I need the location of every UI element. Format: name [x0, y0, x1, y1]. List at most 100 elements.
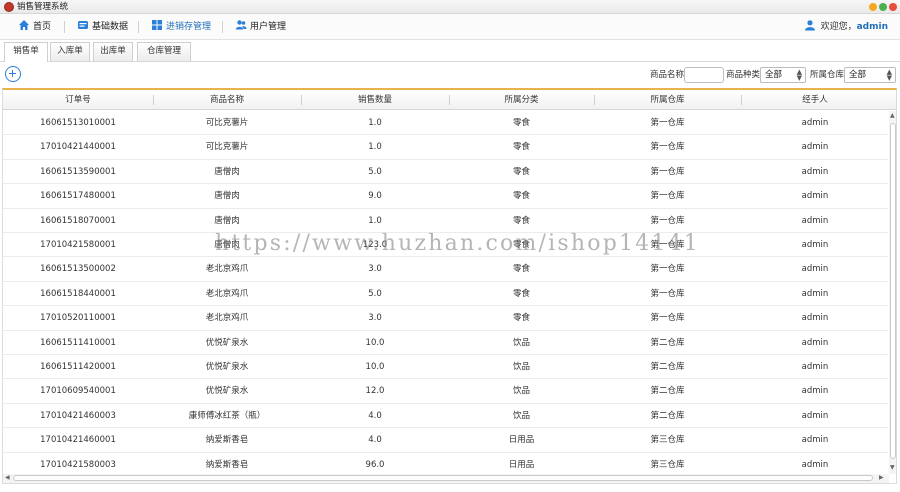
vertical-scroll-thumb[interactable] — [890, 123, 896, 459]
menu-item-basic-data-label: 基础数据 — [92, 22, 129, 32]
tab-bar: 销售单 入库单 出库单 仓库管理 — [0, 40, 900, 62]
cell-handler: admin — [801, 288, 829, 299]
table-row[interactable]: 16061511410001 优悦矿泉水 10.0 饮品 第二仓库 admin — [3, 331, 888, 355]
column-header-handler[interactable]: 经手人 — [741, 90, 889, 110]
cell-quantity: 1.0 — [368, 142, 382, 153]
cell-category: 零食 — [512, 313, 530, 324]
users-icon — [235, 20, 247, 30]
menu-item-inventory[interactable]: 进销存管理 — [151, 19, 211, 35]
cell-category: 零食 — [512, 191, 530, 202]
tab-stock-out[interactable]: 出库单 — [93, 42, 133, 61]
table-row[interactable]: 17010421440001 可比克薯片 1.0 零食 第一仓库 admin — [3, 135, 888, 160]
table-row[interactable]: 17010520110001 老北京鸡爪 3.0 零食 第一仓库 admin — [3, 306, 888, 331]
close-button[interactable] — [889, 3, 897, 11]
cell-product: 纳爱斯香皂 — [205, 459, 249, 470]
app-logo-icon — [4, 2, 14, 12]
cell-quantity: 4.0 — [368, 410, 382, 421]
cell-order-no: 16061511420001 — [40, 362, 116, 372]
column-header-product[interactable]: 商品名称 — [153, 90, 301, 110]
menu-divider — [138, 21, 139, 33]
warehouse-select-value: 全部 — [849, 70, 867, 80]
table-header: 订单号 商品名称 销售数量 所属分类 所属仓库 经手人 — [3, 90, 896, 110]
tab-stock-in[interactable]: 入库单 — [50, 42, 90, 61]
cell-warehouse: 第二仓库 — [650, 386, 685, 397]
cell-warehouse: 第二仓库 — [650, 337, 685, 348]
cell-warehouse: 第一仓库 — [650, 313, 685, 324]
cell-warehouse: 第一仓库 — [650, 191, 685, 202]
cell-order-no: 16061511410001 — [40, 337, 116, 348]
table-row[interactable]: 16061518070001 唐僧肉 1.0 零食 第一仓库 admin — [3, 209, 888, 233]
table-row[interactable]: 17010609540001 优悦矿泉水 12.0 饮品 第二仓库 admin — [3, 379, 888, 404]
warehouse-select[interactable]: 全部 ▲ ▼ — [844, 67, 896, 83]
cell-handler: admin — [801, 386, 829, 397]
cell-handler: admin — [801, 362, 829, 372]
table-row[interactable]: 16061513590001 唐僧肉 5.0 零食 第一仓库 admin — [3, 160, 888, 185]
scroll-down-icon[interactable]: ▼ — [890, 465, 895, 471]
tab-warehouse[interactable]: 仓库管理 — [137, 42, 191, 61]
cell-category: 零食 — [512, 240, 530, 250]
scroll-left-icon[interactable]: ◀ — [5, 475, 10, 481]
horizontal-scroll-thumb[interactable] — [13, 475, 873, 481]
window-title: 销售管理系统 — [17, 2, 69, 12]
table-row[interactable]: 16061513010001 可比克薯片 1.0 零食 第一仓库 admin — [3, 111, 888, 136]
table-row[interactable]: 16061513500002 老北京鸡爪 3.0 零食 第一仓库 admin — [3, 257, 888, 282]
cell-quantity: 9.0 — [368, 191, 382, 202]
scroll-up-icon[interactable]: ▲ — [890, 113, 895, 119]
cell-product: 优悦矿泉水 — [205, 337, 249, 348]
cell-product: 老北京鸡爪 — [205, 264, 249, 275]
cell-handler: admin — [801, 435, 829, 446]
column-header-warehouse[interactable]: 所属仓库 — [594, 90, 741, 110]
menu-item-home-label: 首页 — [33, 22, 52, 32]
cell-category: 零食 — [512, 166, 530, 177]
cell-order-no: 16061517480001 — [40, 191, 116, 202]
cell-order-no: 17010609540001 — [40, 386, 116, 397]
horizontal-scrollbar[interactable]: ◀ ▶ — [3, 474, 889, 483]
menu-item-basic-data[interactable]: 基础数据 — [77, 19, 128, 35]
username-link[interactable]: admin — [857, 22, 888, 32]
table-row[interactable]: 17010421460003 康师傅冰红茶（瓶） 4.0 饮品 第二仓库 admin — [3, 404, 888, 429]
cell-product: 优悦矿泉水 — [205, 362, 249, 372]
column-header-category[interactable]: 所属分类 — [449, 90, 594, 110]
column-header-quantity[interactable]: 销售数量 — [301, 90, 449, 110]
sales-table: 订单号 商品名称 销售数量 所属分类 所属仓库 经手人 160615130100… — [2, 88, 897, 484]
cell-handler: admin — [801, 459, 829, 470]
cell-quantity: 4.0 — [368, 435, 382, 446]
menu-divider — [64, 21, 65, 33]
table-row[interactable]: 16061517480001 唐僧肉 9.0 零食 第一仓库 admin — [3, 184, 888, 209]
cell-warehouse: 第三仓库 — [650, 435, 685, 446]
table-row[interactable]: 16061518440001 老北京鸡爪 5.0 零食 第一仓库 admin — [3, 282, 888, 307]
table-row[interactable]: 17010421460001 纳爱斯香皂 4.0 日用品 第三仓库 admin — [3, 428, 888, 453]
maximize-button[interactable] — [879, 3, 887, 11]
cell-product: 纳爱斯香皂 — [205, 435, 249, 446]
product-name-input[interactable] — [684, 67, 724, 83]
cell-warehouse: 第二仓库 — [650, 410, 685, 421]
add-icon[interactable] — [5, 66, 21, 82]
vertical-scrollbar[interactable]: ▲ ▼ — [889, 111, 896, 474]
cell-order-no: 17010421460003 — [40, 410, 116, 421]
menu-item-home[interactable]: 首页 — [18, 19, 51, 35]
cell-handler: admin — [801, 410, 829, 421]
table-row[interactable]: 16061511420001 优悦矿泉水 10.0 饮品 第二仓库 admin — [3, 355, 888, 380]
cell-handler: admin — [801, 166, 829, 177]
menu-divider — [222, 21, 223, 33]
minimize-button[interactable] — [869, 3, 877, 11]
table-row[interactable]: 17010421580001 唐僧肉 123.0 零食 第一仓库 admin — [3, 233, 888, 258]
menu-bar: 首页 基础数据 进销存管理 用户管理 欢迎您，admin — [0, 14, 900, 40]
scroll-right-icon[interactable]: ▶ — [879, 475, 884, 481]
cell-quantity: 5.0 — [368, 166, 382, 177]
cell-quantity: 12.0 — [365, 386, 385, 397]
cell-warehouse: 第一仓库 — [650, 142, 685, 153]
cell-handler: admin — [801, 264, 829, 275]
cell-handler: admin — [801, 118, 829, 128]
user-icon — [804, 20, 815, 31]
menu-item-user-mgmt[interactable]: 用户管理 — [235, 19, 286, 35]
filter-toolbar: 商品名称 商品种类 全部 ▲ ▼ 所属仓库 全部 ▲ ▼ — [0, 62, 900, 88]
column-header-order-no[interactable]: 订单号 — [3, 90, 153, 110]
cell-handler: admin — [801, 215, 829, 226]
cell-quantity: 5.0 — [368, 288, 382, 299]
category-label: 商品种类 — [726, 70, 761, 80]
cell-category: 日用品 — [508, 435, 535, 446]
category-select[interactable]: 全部 ▲ ▼ — [760, 67, 806, 83]
cell-order-no: 16061513010001 — [40, 118, 116, 128]
tab-sales-order[interactable]: 销售单 — [4, 42, 48, 62]
